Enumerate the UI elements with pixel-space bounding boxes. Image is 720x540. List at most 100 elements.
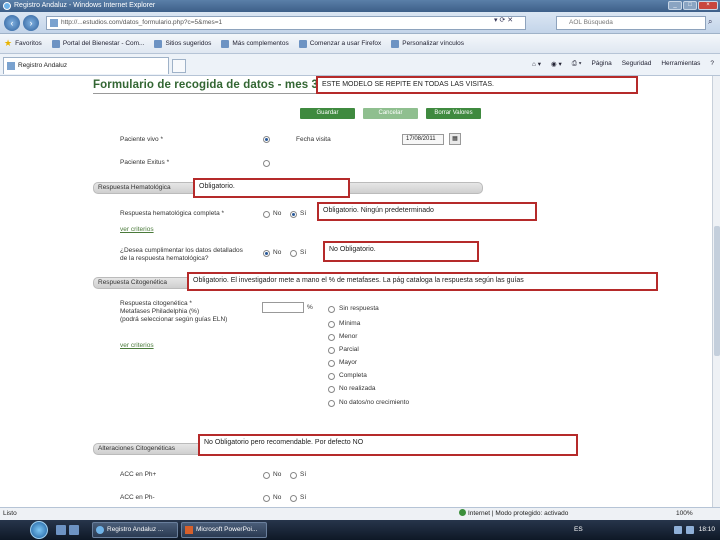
security-menu[interactable]: Seguridad (622, 60, 652, 68)
callout-obligatorio-ninguno: Obligatorio. Ningún predeterminado (317, 202, 537, 221)
home-icon[interactable]: ⌂ ▾ (532, 60, 541, 68)
cumplimentar-no-label: No (273, 249, 282, 256)
cito-option-radio[interactable] (328, 400, 335, 407)
save-button[interactable]: Guardar (300, 108, 355, 119)
cito-option-label: Parcial (339, 346, 359, 353)
new-tab-button[interactable] (172, 59, 186, 73)
paciente-vivo-radio[interactable] (263, 136, 270, 143)
resp-hemat-si-radio[interactable] (290, 211, 297, 218)
cumplimentar-no-radio[interactable] (263, 250, 270, 257)
system-tray: ES 18:10 (566, 520, 720, 540)
minimize-button[interactable]: _ (668, 1, 682, 10)
paciente-exitus-label: Paciente Exitus * (120, 159, 170, 166)
page-icon (298, 39, 307, 48)
cito-option-radio[interactable] (328, 347, 335, 354)
maximize-button[interactable]: □ (683, 1, 697, 10)
back-icon[interactable]: ‹ (4, 15, 20, 31)
clear-values-button[interactable]: Borrar Valores (426, 108, 481, 119)
help-icon[interactable]: ? (710, 60, 714, 68)
tools-menu[interactable]: Herramientas (661, 60, 700, 68)
status-text: Listo (3, 510, 17, 517)
url-input[interactable]: http://...estudios.com/datos_formulario.… (46, 16, 526, 30)
page-menu[interactable]: Página (591, 60, 611, 68)
acc-ph-pos-label: ACC en Ph+ (120, 471, 157, 478)
ver-criterios-link-2[interactable]: ver criterios (120, 342, 154, 349)
star-icon: ★ (4, 38, 13, 48)
favorites-button[interactable]: ★ Favoritos (4, 38, 42, 49)
favorite-link-personalizar[interactable]: Personalizar vínculos (391, 39, 464, 48)
cito-option-radio[interactable] (328, 306, 335, 313)
resp-hemat-label: Respuesta hematológica completa * (120, 210, 225, 217)
favorite-link-firefox[interactable]: Comenzar a usar Firefox (298, 39, 381, 48)
page-icon (154, 39, 163, 48)
status-bar: Listo Internet | Modo protegido: activad… (0, 507, 720, 520)
metafases-input[interactable] (262, 302, 304, 313)
form-title: Formulario de recogida de datos - mes 3 (93, 79, 319, 91)
fecha-visita-input[interactable]: 17/08/2011 (402, 134, 444, 145)
cito-option-label: Completa (339, 372, 367, 379)
quick-launch-icon[interactable] (69, 525, 79, 535)
cito-option-radio[interactable] (328, 321, 335, 328)
cito-option-label: No datos/no crecimiento (339, 399, 410, 406)
resp-hemat-no-radio[interactable] (263, 211, 270, 218)
window-title-bar: Registro Andaluz - Windows Internet Expl… (0, 0, 720, 12)
clock[interactable]: 18:10 (699, 520, 715, 540)
start-button[interactable] (30, 521, 48, 539)
metafases-label: Metafases Philadelphia (%) (120, 308, 200, 315)
resp-cito-label: Respuesta citogenética * (120, 300, 192, 307)
acc-ph-pos-si-radio[interactable] (290, 472, 297, 479)
rss-icon[interactable]: ◉ ▾ (551, 60, 562, 68)
percent-label: % (307, 304, 313, 311)
cito-option-label: Mínima (339, 320, 361, 327)
favorite-link-sitios[interactable]: Sitios sugeridos (154, 39, 211, 48)
cito-option-radio[interactable] (328, 386, 335, 393)
volume-icon[interactable] (686, 526, 694, 534)
cito-option-label: Sin respuesta (339, 305, 379, 312)
security-zone: Internet | Modo protegido: activado (459, 508, 568, 520)
taskbar-button-powerpoint[interactable]: Microsoft PowerPoi... (181, 522, 267, 538)
tab-registro-andaluz[interactable]: Registro Andaluz (3, 57, 169, 74)
window-controls: _ □ × (668, 1, 718, 10)
vertical-scrollbar[interactable] (712, 76, 720, 507)
cito-option-label: Menor (339, 333, 358, 340)
window-title: Registro Andaluz - Windows Internet Expl… (14, 2, 156, 9)
cito-option-radio[interactable] (328, 360, 335, 367)
search-input[interactable]: AOL Búsqueda (556, 16, 706, 30)
language-indicator[interactable]: ES (574, 520, 583, 540)
address-bar: ‹ › http://...estudios.com/datos_formula… (0, 12, 720, 34)
network-icon[interactable] (674, 526, 682, 534)
cito-option-radio[interactable] (328, 334, 335, 341)
resp-hemat-no-label: No (273, 210, 282, 217)
ie-icon (96, 526, 104, 534)
favorite-link-complementos[interactable]: Más complementos (221, 39, 289, 48)
print-icon[interactable]: ⎙ ▾ (572, 60, 582, 68)
calendar-icon[interactable]: ▦ (449, 133, 461, 145)
scrollbar-thumb[interactable] (714, 226, 720, 356)
url-text: http://...estudios.com/datos_formulario.… (61, 19, 223, 26)
ie-icon (3, 2, 11, 10)
favorite-link-portal[interactable]: Portal del Bienestar - Com... (51, 39, 144, 48)
page-icon (7, 62, 15, 70)
close-button[interactable]: × (698, 1, 718, 10)
search-placeholder: AOL Búsqueda (569, 19, 613, 26)
show-desktop-icon[interactable] (56, 525, 66, 535)
search-icon[interactable]: ⌕ (708, 17, 712, 27)
paciente-exitus-radio[interactable] (263, 160, 270, 167)
page-icon (391, 39, 400, 48)
cumplimentar-si-radio[interactable] (290, 250, 297, 257)
callout-recomendable: No Obligatorio pero recomendable. Por de… (198, 434, 578, 456)
acc-ph-pos-no-radio[interactable] (263, 472, 270, 479)
refresh-stop-icons[interactable]: ▾ ⟳ ✕ (494, 16, 513, 24)
forward-icon[interactable]: › (23, 15, 39, 31)
command-bar: ⌂ ▾ ◉ ▾ ⎙ ▾ Página Seguridad Herramienta… (532, 60, 714, 68)
cito-option-radio[interactable] (328, 373, 335, 380)
acc-ph-neg-si-radio[interactable] (290, 495, 297, 502)
acc-ph-neg-no-label: No (273, 494, 282, 501)
ver-criterios-link-1[interactable]: ver criterios (120, 226, 154, 233)
zoom-level[interactable]: 100% (676, 508, 693, 520)
taskbar-button-ie[interactable]: Registro Andaluz ... (92, 522, 178, 538)
taskbar: Registro Andaluz ... Microsoft PowerPoi.… (0, 520, 720, 540)
callout-modelo-repite: ESTE MODELO SE REPITE EN TODAS LAS VISIT… (316, 76, 638, 94)
acc-ph-neg-no-radio[interactable] (263, 495, 270, 502)
cancel-button[interactable]: Cancelar (363, 108, 418, 119)
